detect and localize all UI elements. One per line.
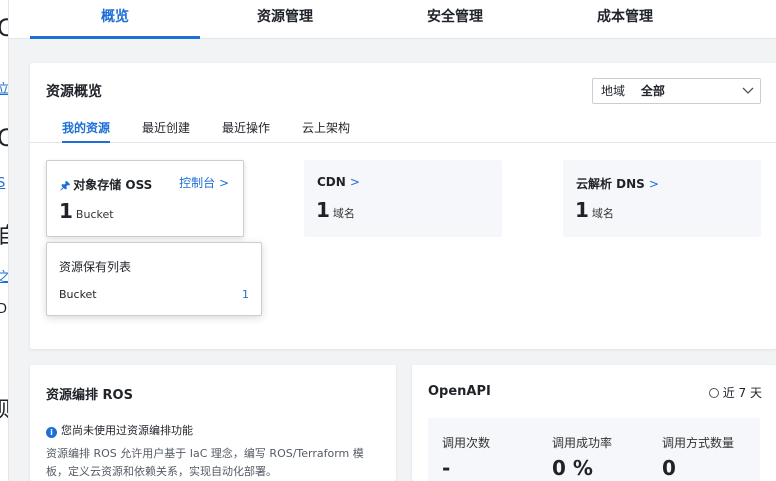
info-icon: i — [46, 427, 57, 438]
left-edge-link[interactable]: 立 — [0, 78, 8, 97]
openapi-title: OpenAPI — [428, 384, 491, 399]
resource-unit: 域名 — [591, 207, 614, 220]
ros-card: 资源编排 ROS i 您尚未使用过资源编排功能 资源编排 ROS 允许用户基于 I… — [30, 365, 396, 481]
left-edge-link[interactable]: S — [0, 176, 5, 191]
pin-icon: 🖈 — [60, 179, 71, 192]
popover-row-value[interactable]: 1 — [242, 288, 249, 301]
region-value: 全部 — [640, 84, 665, 98]
resource-unit: Bucket — [75, 208, 114, 221]
top-tab-bar: 概览 资源管理 安全管理 成本管理 — [9, 0, 776, 39]
tab-cost-management[interactable]: 成本管理 — [550, 0, 700, 39]
ros-description: 资源编排 ROS 允许用户基于 IaC 理念，编写 ROS/Terraform … — [46, 447, 364, 478]
overview-title: 资源概览 — [46, 84, 102, 100]
left-edge-text: D — [0, 302, 7, 317]
left-edge-text: 自 — [0, 218, 8, 250]
tab-overview[interactable]: 概览 — [30, 0, 200, 39]
left-panel-edge: C 立 C S 自 之 D 则 — [0, 0, 9, 481]
resource-card-dns[interactable]: 云解析 DNS > 1 域名 — [563, 160, 761, 237]
resource-count: 1 域名 — [316, 198, 355, 222]
resource-card-oss[interactable]: 🖈 对象存储 OSS 控制台 > 1 Bucket — [46, 160, 244, 237]
metric-label: 调用次数 — [442, 436, 491, 450]
ros-info: i 您尚未使用过资源编排功能 — [46, 422, 193, 438]
region-label: 地域 — [601, 84, 626, 98]
tab-cloud-architecture[interactable]: 云上架构 — [302, 119, 350, 143]
resource-holding-popover: 资源保有列表 Bucket 1 — [46, 242, 262, 316]
resource-name: CDN > — [317, 175, 360, 189]
resource-overview-card: 资源概览 地域 全部 我的资源 最近创建 最近操作 云上架构 🖈 对象存储 OSS… — [30, 63, 776, 349]
left-edge-text: C — [0, 14, 8, 42]
resource-name: 云解析 DNS > — [576, 177, 659, 191]
left-edge-text: C — [0, 124, 8, 152]
left-edge-link[interactable]: 之 — [0, 266, 8, 285]
chevron-right-icon: > — [218, 176, 229, 190]
popover-row-label: Bucket — [59, 288, 97, 301]
metric-label: 调用方式数量 — [662, 436, 735, 450]
period-selector[interactable]: 近 7 天 — [708, 384, 762, 401]
console-link[interactable]: 控制台 > — [179, 174, 229, 191]
ros-title: 资源编排 ROS — [46, 388, 133, 403]
clock-icon — [708, 388, 719, 398]
resource-card-cdn[interactable]: CDN > 1 域名 — [304, 160, 502, 237]
left-edge-text: 则 — [0, 392, 8, 424]
chevron-right-icon: > — [648, 177, 659, 191]
tab-recent-operations[interactable]: 最近操作 — [222, 119, 270, 143]
tab-security-management[interactable]: 安全管理 — [380, 0, 530, 39]
metric-value: 0 — [662, 456, 676, 480]
resource-unit: 域名 — [332, 207, 355, 220]
resource-count: 1 域名 — [575, 198, 614, 222]
region-select[interactable]: 地域 全部 — [592, 78, 761, 104]
chevron-right-icon: > — [349, 175, 360, 189]
popover-title: 资源保有列表 — [59, 260, 132, 274]
metric-value: - — [442, 456, 451, 480]
metric-label: 调用成功率 — [552, 436, 613, 450]
resource-count: 1 Bucket — [59, 199, 114, 223]
tab-recently-created[interactable]: 最近创建 — [142, 119, 190, 143]
overview-sub-tabs: 我的资源 最近创建 最近操作 云上架构 — [30, 115, 776, 143]
tab-my-resources[interactable]: 我的资源 — [62, 119, 111, 143]
resource-name: 🖈 对象存储 OSS — [60, 178, 153, 192]
chevron-down-icon — [742, 79, 754, 112]
openapi-metrics: 调用次数 - 调用成功率 0 % 调用方式数量 0 — [428, 418, 760, 481]
openapi-card: OpenAPI 近 7 天 调用次数 - 调用成功率 0 % 调用方式数量 0 — [412, 365, 776, 481]
metric-value: 0 % — [552, 456, 593, 480]
tab-resource-management[interactable]: 资源管理 — [210, 0, 360, 39]
